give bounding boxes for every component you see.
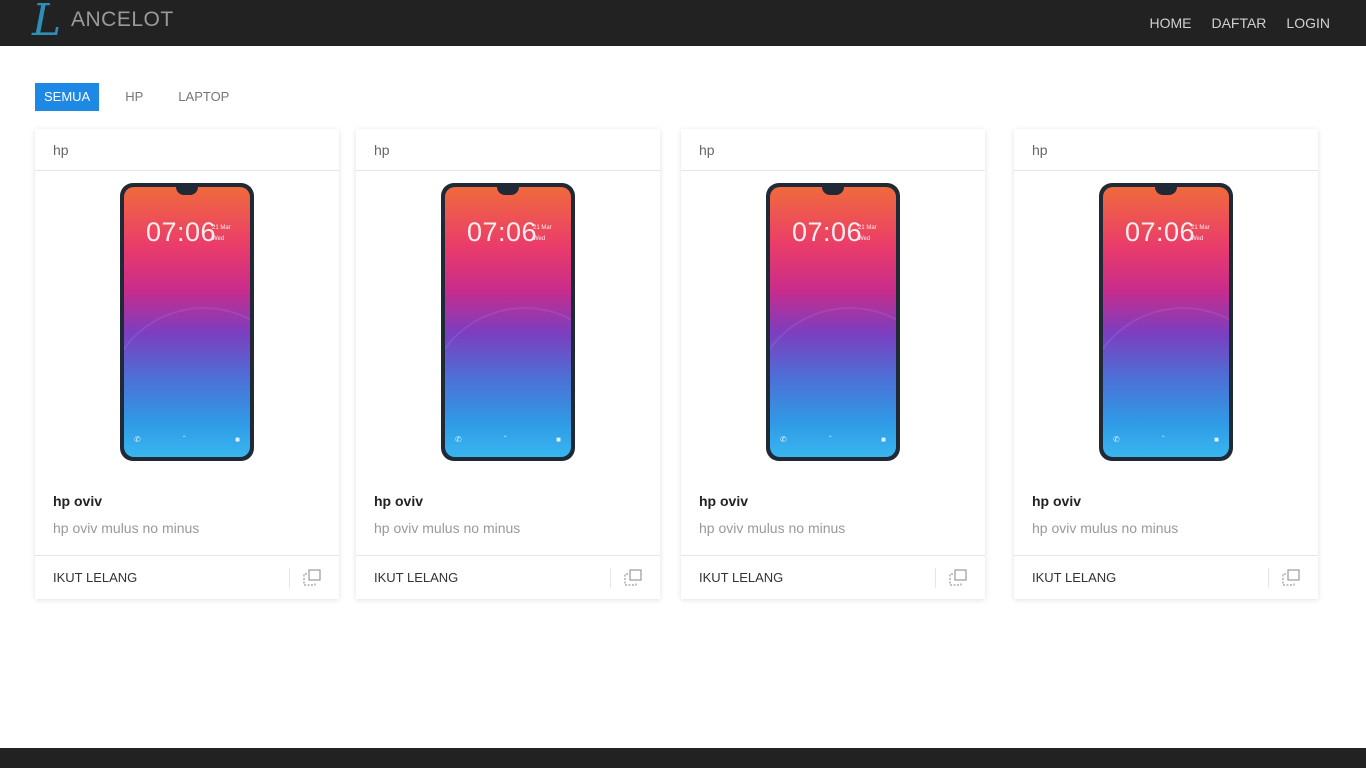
product-title: hp oviv — [53, 493, 103, 509]
product-card[interactable]: hp 07:06 21 Mar Wed ✆ ˆ ■ hp oviv hp ovi… — [1014, 129, 1318, 599]
phone-image: 07:06 21 Mar Wed ✆ ˆ ■ — [120, 183, 254, 461]
ikut-lelang-button[interactable]: IKUT LELANG — [53, 570, 137, 585]
phone-image: 07:06 21 Mar Wed ✆ ˆ ■ — [766, 183, 900, 461]
phone-date: 21 Mar Wed — [858, 223, 877, 245]
phone-date: 21 Mar Wed — [1191, 223, 1210, 245]
ikut-lelang-button[interactable]: IKUT LELANG — [1032, 570, 1116, 585]
camera-icon: ■ — [556, 435, 561, 444]
copy-icon[interactable] — [624, 569, 642, 586]
filter-laptop-button[interactable]: LAPTOP — [169, 83, 238, 111]
phone-image: 07:06 21 Mar Wed ✆ ˆ ■ — [1099, 183, 1233, 461]
phone-date: 21 Mar Wed — [533, 223, 552, 245]
card-category: hp — [681, 129, 985, 171]
phone-date-text: 21 Mar — [533, 225, 552, 231]
card-category: hp — [35, 129, 339, 171]
phone-day-text: Wed — [858, 236, 871, 242]
product-card[interactable]: hp 07:06 21 Mar Wed ✆ ˆ ■ hp oviv hp ovi… — [681, 129, 985, 599]
card-footer: IKUT LELANG — [681, 555, 985, 599]
navbar: L ANCELOT HOME DAFTAR LOGIN — [0, 0, 1366, 46]
chevron-up-icon: ˆ — [829, 435, 832, 444]
copy-icon[interactable] — [949, 569, 967, 586]
nav-login-link[interactable]: LOGIN — [1286, 15, 1330, 31]
phone-notch — [822, 187, 844, 195]
phone-image: 07:06 21 Mar Wed ✆ ˆ ■ — [441, 183, 575, 461]
product-description: hp oviv mulus no minus — [53, 520, 200, 536]
brand-logo[interactable]: L ANCELOT — [32, 0, 174, 46]
product-card[interactable]: hp 07:06 21 Mar Wed ✆ ˆ ■ hp oviv hp ovi… — [35, 129, 339, 599]
card-category: hp — [356, 129, 660, 171]
phone-dock: ✆ ˆ ■ — [1103, 435, 1229, 445]
product-image[interactable]: 07:06 21 Mar Wed ✆ ˆ ■ — [681, 183, 985, 461]
phone-screen: 07:06 21 Mar Wed ✆ ˆ ■ — [124, 187, 250, 457]
ikut-lelang-button[interactable]: IKUT LELANG — [699, 570, 783, 585]
phone-day-text: Wed — [212, 236, 225, 242]
copy-icon[interactable] — [303, 569, 321, 586]
phone-dock: ✆ ˆ ■ — [124, 435, 250, 445]
filter-semua-button[interactable]: SEMUA — [35, 83, 100, 111]
phone-date-text: 21 Mar — [858, 225, 877, 231]
footer-divider — [289, 568, 290, 588]
copy-icon[interactable] — [1282, 569, 1300, 586]
phone-notch — [497, 187, 519, 195]
logo-text: ANCELOT — [71, 8, 174, 31]
nav-home-link[interactable]: HOME — [1149, 15, 1191, 31]
product-description: hp oviv mulus no minus — [1032, 520, 1179, 536]
footer-divider — [610, 568, 611, 588]
phone-dock: ✆ ˆ ■ — [770, 435, 896, 445]
product-card[interactable]: hp 07:06 21 Mar Wed ✆ ˆ ■ hp oviv hp ovi… — [356, 129, 660, 599]
category-filters: SEMUA HP LAPTOP — [35, 83, 255, 111]
phone-screen: 07:06 21 Mar Wed ✆ ˆ ■ — [770, 187, 896, 457]
camera-icon: ■ — [1214, 435, 1219, 444]
phone-screen: 07:06 21 Mar Wed ✆ ˆ ■ — [445, 187, 571, 457]
product-description: hp oviv mulus no minus — [374, 520, 521, 536]
card-footer: IKUT LELANG — [356, 555, 660, 599]
card-footer: IKUT LELANG — [1014, 555, 1318, 599]
phone-date-text: 21 Mar — [212, 225, 231, 231]
card-footer: IKUT LELANG — [35, 555, 339, 599]
product-title: hp oviv — [1032, 493, 1082, 509]
phone-date: 21 Mar Wed — [212, 223, 231, 245]
phone-clock: 07:06 — [146, 217, 217, 247]
phone-clock: 07:06 — [792, 217, 863, 247]
card-category: hp — [1014, 129, 1318, 171]
filter-hp-button[interactable]: HP — [116, 83, 152, 111]
phone-notch — [176, 187, 198, 195]
phone-day-text: Wed — [533, 236, 546, 242]
chevron-up-icon: ˆ — [504, 435, 507, 444]
chevron-up-icon: ˆ — [183, 435, 186, 444]
logo-initial: L — [32, 0, 62, 46]
phone-date-text: 21 Mar — [1191, 225, 1210, 231]
phone-notch — [1155, 187, 1177, 195]
phone-call-icon: ✆ — [134, 435, 141, 444]
nav-daftar-link[interactable]: DAFTAR — [1211, 15, 1266, 31]
footer-divider — [1268, 568, 1269, 588]
footer-divider — [935, 568, 936, 588]
phone-call-icon: ✆ — [455, 435, 462, 444]
phone-call-icon: ✆ — [780, 435, 787, 444]
phone-screen: 07:06 21 Mar Wed ✆ ˆ ■ — [1103, 187, 1229, 457]
phone-clock: 07:06 — [467, 217, 538, 247]
phone-call-icon: ✆ — [1113, 435, 1120, 444]
product-title: hp oviv — [699, 493, 749, 509]
phone-day-text: Wed — [1191, 236, 1204, 242]
product-image[interactable]: 07:06 21 Mar Wed ✆ ˆ ■ — [356, 183, 660, 461]
product-image[interactable]: 07:06 21 Mar Wed ✆ ˆ ■ — [35, 183, 339, 461]
product-title: hp oviv — [374, 493, 424, 509]
ikut-lelang-button[interactable]: IKUT LELANG — [374, 570, 458, 585]
page-footer — [0, 748, 1366, 768]
camera-icon: ■ — [235, 435, 240, 444]
nav-links: HOME DAFTAR LOGIN — [1129, 0, 1330, 46]
product-description: hp oviv mulus no minus — [699, 520, 846, 536]
product-image[interactable]: 07:06 21 Mar Wed ✆ ˆ ■ — [1014, 183, 1318, 461]
phone-clock: 07:06 — [1125, 217, 1196, 247]
camera-icon: ■ — [881, 435, 886, 444]
phone-dock: ✆ ˆ ■ — [445, 435, 571, 445]
chevron-up-icon: ˆ — [1162, 435, 1165, 444]
